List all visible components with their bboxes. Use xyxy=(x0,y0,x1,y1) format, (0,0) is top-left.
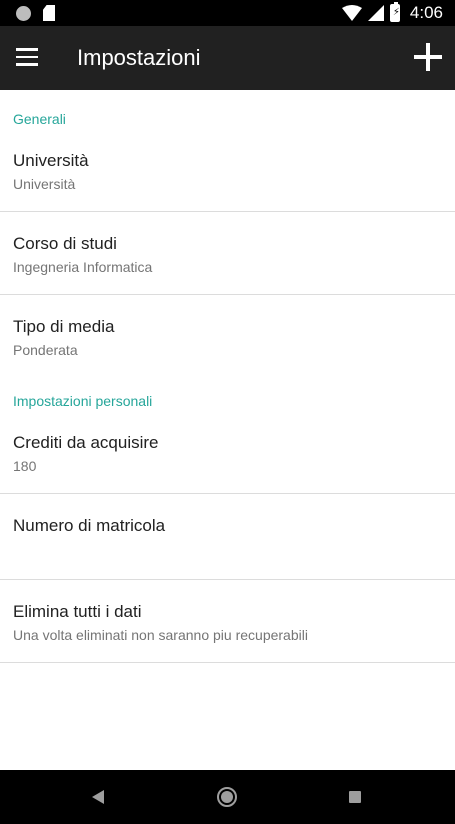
pref-title: Crediti da acquisire xyxy=(13,433,159,452)
pref-universita[interactable]: Università Università xyxy=(0,151,455,192)
home-icon[interactable] xyxy=(217,787,237,807)
notification-dot-icon xyxy=(16,5,31,21)
status-bar: ⚡ 4:06 xyxy=(0,0,455,26)
pref-summary: Università xyxy=(13,176,76,192)
hamburger-menu-icon[interactable] xyxy=(16,48,38,66)
pref-title: Elimina tutti i dati xyxy=(13,602,142,621)
wifi-icon xyxy=(341,5,362,21)
page-title: Impostazioni xyxy=(77,45,201,70)
status-left xyxy=(16,5,55,21)
add-icon[interactable] xyxy=(414,43,442,71)
pref-summary: Una volta eliminati non saranno piu recu… xyxy=(13,627,308,643)
pref-title: Università xyxy=(13,151,89,170)
pref-crediti-da-acquisire[interactable]: Crediti da acquisire 180 xyxy=(0,433,455,474)
battery-charging-icon: ⚡ xyxy=(389,2,400,22)
pref-title: Corso di studi xyxy=(13,234,117,253)
pref-summary: 180 xyxy=(13,458,37,474)
back-icon[interactable] xyxy=(92,790,104,804)
pref-title: Tipo di media xyxy=(13,317,115,336)
pref-elimina-tutti-i-dati[interactable]: Elimina tutti i dati Una volta eliminati… xyxy=(0,602,455,643)
settings-list: Generali Università Università Corso di … xyxy=(0,90,455,663)
pref-tipo-di-media[interactable]: Tipo di media Ponderata xyxy=(0,317,455,358)
status-time: 4:06 xyxy=(409,3,443,22)
pref-summary: Ingegneria Informatica xyxy=(13,259,153,275)
signal-icon xyxy=(367,5,384,21)
pref-title: Numero di matricola xyxy=(13,516,166,535)
app-toolbar: Impostazioni xyxy=(0,26,455,90)
status-right: ⚡ 4:06 xyxy=(341,2,443,23)
pref-summary: Ponderata xyxy=(13,342,78,358)
section-header-generali: Generali xyxy=(13,111,66,127)
navigation-bar xyxy=(0,770,455,824)
recent-apps-icon[interactable] xyxy=(349,791,361,803)
section-header-impostazioni-personali: Impostazioni personali xyxy=(13,393,153,409)
sd-card-icon xyxy=(43,5,55,21)
pref-numero-di-matricola[interactable]: Numero di matricola xyxy=(0,516,455,579)
pref-corso-di-studi[interactable]: Corso di studi Ingegneria Informatica xyxy=(0,234,455,275)
divider xyxy=(0,662,455,663)
